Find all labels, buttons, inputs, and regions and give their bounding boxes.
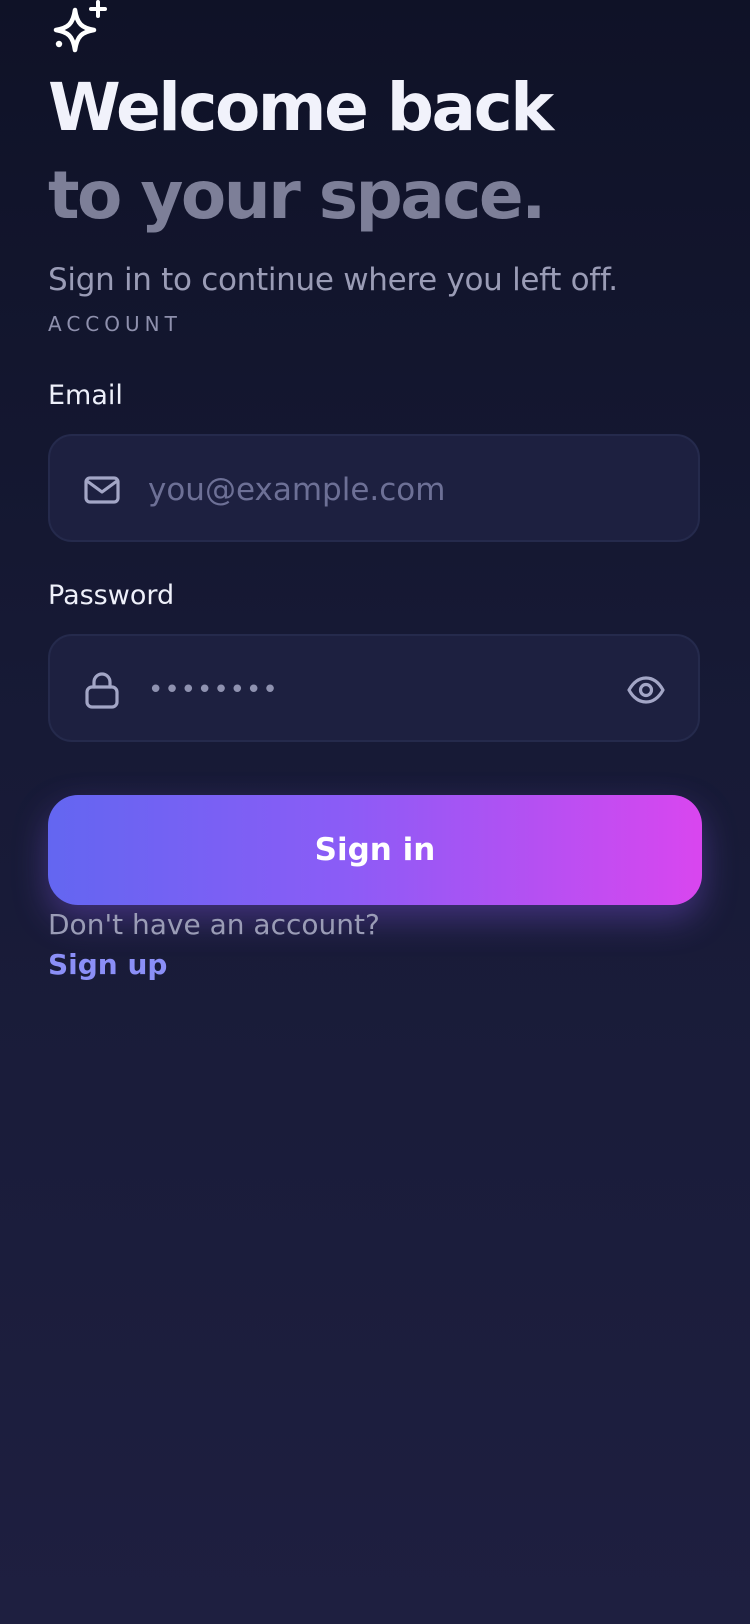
page-subtitle: Sign in to continue where you left off. bbox=[48, 262, 618, 298]
sign-in-button[interactable]: Sign in bbox=[48, 795, 702, 905]
email-label: Email bbox=[48, 380, 123, 411]
password-input[interactable]: •••••••• bbox=[148, 677, 279, 703]
sign-up-link[interactable]: Sign up bbox=[48, 948, 167, 981]
password-label: Password bbox=[48, 580, 175, 611]
mail-icon bbox=[84, 476, 120, 504]
no-account-text: Don't have an account? bbox=[48, 908, 380, 941]
email-input[interactable] bbox=[146, 460, 580, 520]
title-line-1: Welcome back bbox=[48, 69, 554, 146]
lock-icon bbox=[85, 672, 119, 709]
page-title: Welcome back to your space. bbox=[48, 64, 554, 240]
sparkle-icon bbox=[53, 0, 107, 53]
password-field-container[interactable]: •••••••• bbox=[48, 634, 700, 742]
title-line-2: to your space. bbox=[48, 157, 546, 234]
section-label: ACCOUNT bbox=[48, 312, 182, 336]
email-field-container[interactable] bbox=[48, 434, 700, 542]
eye-icon[interactable] bbox=[626, 670, 666, 710]
